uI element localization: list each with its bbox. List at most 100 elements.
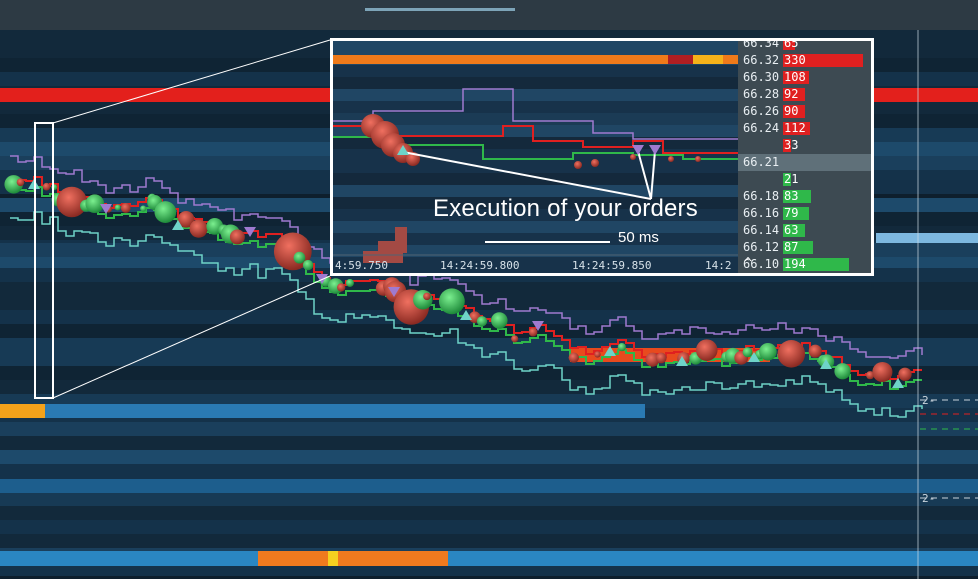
order-book-price: 66.12 xyxy=(743,240,780,254)
heatmap-row xyxy=(0,492,978,506)
sell-trade-bubble xyxy=(655,352,667,364)
order-book-price: 66.26 xyxy=(743,104,780,118)
order-book-price: 66.28 xyxy=(743,87,780,101)
chevron-up-icon[interactable]: ^ xyxy=(741,257,755,271)
liquidity-band xyxy=(45,404,645,418)
zoom-sell-bubble xyxy=(574,161,582,169)
order-book-price: 66.34 xyxy=(743,38,780,50)
timestamp-label: 14:24:59.850 xyxy=(572,259,652,272)
liquidity-band xyxy=(0,404,45,418)
order-book-row: 66.24 112 xyxy=(738,120,871,137)
order-book-row: 66.21 xyxy=(738,154,871,171)
zoom-sell-bubble xyxy=(630,154,636,160)
order-book-price: 66.30 xyxy=(743,70,780,84)
buy-trade-bubble xyxy=(293,251,306,264)
heatmap-row xyxy=(0,520,978,534)
sell-trade-bubble xyxy=(423,292,431,301)
liquidity-band xyxy=(0,479,978,493)
buy-trade-bubble xyxy=(302,259,314,271)
sell-trade-bubble xyxy=(872,361,893,383)
order-book-size: 83 xyxy=(784,189,799,203)
order-book-price: 66.24 xyxy=(743,121,780,135)
zoom-heatmap-row xyxy=(333,113,738,125)
liquidity-band xyxy=(258,551,448,566)
heatmap-row xyxy=(0,534,978,548)
heatmap-row xyxy=(0,506,978,520)
timestamp-label: 14:24:59.800 xyxy=(440,259,520,272)
order-book-size: 112 xyxy=(784,121,806,135)
order-book-price: 66.32 xyxy=(743,53,780,67)
order-book-row: 66.12 87 xyxy=(738,239,871,256)
zoom-sell-bubble xyxy=(591,159,599,167)
buy-trade-bubble xyxy=(617,342,626,352)
zoom-heatmap-row xyxy=(333,89,738,101)
sell-trade-bubble xyxy=(16,178,25,187)
sell-trade-bubble xyxy=(528,327,538,337)
zoom-heatmap-row xyxy=(333,269,738,273)
zoom-liquidity-band xyxy=(668,55,693,64)
zoom-heatmap-row xyxy=(333,77,738,89)
order-book-size: 330 xyxy=(784,53,806,67)
order-book-ladder: 66.34 65 66.32 330 66.30 108 66.28 92 66.26 90 66.… xyxy=(738,41,871,273)
sell-trade-bubble xyxy=(42,182,51,191)
top-bar-indicator xyxy=(365,8,515,11)
right-axis-label: 2- xyxy=(922,394,936,407)
heatmap-row xyxy=(0,464,978,478)
zoom-liquidity-bands xyxy=(333,41,738,273)
order-book-row: 66.28 92 xyxy=(738,86,871,103)
order-book-size: 194 xyxy=(784,257,806,271)
heatmap-row xyxy=(0,282,978,296)
buy-trade-bubble xyxy=(140,205,147,212)
buy-trade-bubble xyxy=(476,316,488,327)
sell-trade-bubble xyxy=(120,203,131,213)
buy-trade-bubble xyxy=(345,278,354,287)
scale-label: 50 ms xyxy=(618,229,659,246)
buy-trade-bubble xyxy=(438,288,465,315)
buy-trade-bubble xyxy=(85,194,105,214)
order-book-price: 66.16 xyxy=(743,206,780,220)
order-book-size: 108 xyxy=(784,70,806,84)
sell-trade-bubble xyxy=(695,339,718,361)
order-book-size: 21 xyxy=(784,172,799,186)
zoom-panel[interactable]: Execution of your orders 50 ms 4:59.750 … xyxy=(330,38,874,276)
buy-trade-bubble xyxy=(742,347,753,358)
liquidity-band xyxy=(328,551,338,566)
buy-trade-bubble xyxy=(154,201,177,223)
liquidity-band xyxy=(0,551,978,566)
order-book-row: 66.16 79 xyxy=(738,205,871,222)
order-book-row: 66.10 194 xyxy=(738,256,871,273)
order-book-price: 66.14 xyxy=(743,223,780,237)
order-book-price: 66.21 xyxy=(743,155,780,169)
liquidity-band xyxy=(876,88,978,102)
sell-trade-bubble xyxy=(777,340,806,368)
timestamp-label: 14:2 xyxy=(705,259,732,272)
top-bar xyxy=(0,0,978,30)
order-book-size: 33 xyxy=(784,138,799,152)
zoom-sell-bubble xyxy=(668,156,674,162)
heatmap-row xyxy=(0,422,978,436)
order-book-size: 79 xyxy=(784,206,799,220)
buy-trade-bubble xyxy=(491,312,508,329)
sell-trade-bubble xyxy=(808,344,822,358)
order-book-size: 63 xyxy=(784,223,799,237)
buy-trade-bubble xyxy=(834,363,851,380)
order-book-size: 92 xyxy=(784,87,799,101)
timestamp-label: 4:59.750 xyxy=(335,259,388,272)
zoom-sell-bubble xyxy=(695,156,701,162)
heatmap-row xyxy=(0,338,978,352)
order-book-size: 87 xyxy=(784,240,799,254)
right-axis-label-2: 2- xyxy=(922,492,936,505)
order-book-row: 66.18 83 xyxy=(738,188,871,205)
zoom-heatmap-row xyxy=(333,65,738,77)
buy-trade-bubble xyxy=(114,204,121,211)
execution-caption: Execution of your orders xyxy=(433,195,698,222)
buy-trade-bubble xyxy=(759,342,777,361)
order-book-size: 90 xyxy=(784,104,799,118)
order-book-row: 21 xyxy=(738,171,871,188)
sell-trade-bubble xyxy=(568,352,580,363)
order-book-row: 66.30 108 xyxy=(738,69,871,86)
heatmap-row xyxy=(0,436,978,450)
order-book-size: 65 xyxy=(784,38,799,50)
heatmap-row xyxy=(0,296,978,310)
order-book-row: 66.26 90 xyxy=(738,103,871,120)
